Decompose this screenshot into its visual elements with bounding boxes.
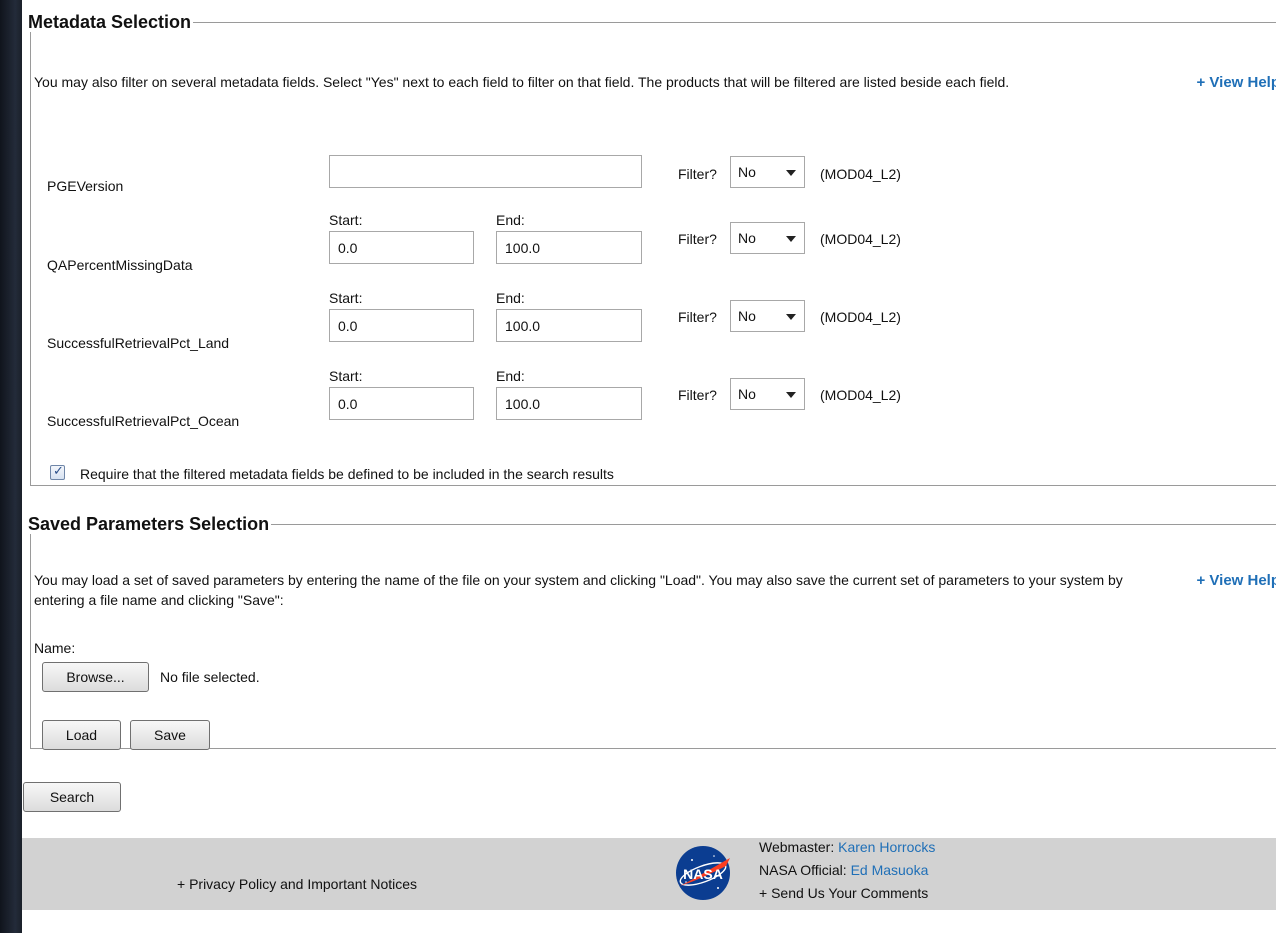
chevron-down-icon — [786, 170, 796, 176]
metadata-description: You may also filter on several metadata … — [34, 74, 1010, 90]
metadata-row-pgeversion: PGEVersion Filter? No (MOD04_L2) — [31, 152, 1276, 212]
page-content: Metadata Selection You may also filter o… — [22, 0, 1276, 933]
webmaster-label: Webmaster: — [759, 839, 835, 855]
product-label: (MOD04_L2) — [820, 309, 901, 325]
webmaster-line: Webmaster: Karen Horrocks — [759, 839, 935, 855]
filter-label: Filter? — [678, 309, 717, 325]
metadata-selection-panel: Metadata Selection You may also filter o… — [28, 12, 1276, 486]
product-label: (MOD04_L2) — [820, 231, 901, 247]
select-value: No — [738, 308, 756, 324]
window-left-edge — [0, 0, 22, 933]
filter-label: Filter? — [678, 387, 717, 403]
search-button[interactable]: Search — [23, 782, 121, 812]
successfulretrievalpct-ocean-end-input[interactable] — [496, 387, 642, 420]
nasa-logo: NASA — [676, 846, 730, 900]
save-button[interactable]: Save — [130, 720, 210, 750]
svg-text:NASA: NASA — [683, 866, 723, 882]
privacy-policy-link[interactable]: + Privacy Policy and Important Notices — [177, 876, 417, 892]
end-label: End: — [496, 290, 525, 306]
pgeversion-input[interactable] — [329, 155, 642, 188]
saved-parameters-description: You may load a set of saved parameters b… — [34, 572, 1123, 608]
webmaster-link[interactable]: Karen Horrocks — [838, 839, 935, 855]
official-line: NASA Official: Ed Masuoka — [759, 862, 928, 878]
filter-label: Filter? — [678, 166, 717, 182]
successfulretrievalpct-land-start-input[interactable] — [329, 309, 474, 342]
product-label: (MOD04_L2) — [820, 166, 901, 182]
select-value: No — [738, 386, 756, 402]
successfulretrievalpct-ocean-start-input[interactable] — [329, 387, 474, 420]
product-label: (MOD04_L2) — [820, 387, 901, 403]
successfulretrievalpct-ocean-filter-select[interactable]: No — [730, 378, 805, 410]
chevron-down-icon — [786, 392, 796, 398]
qapercentmissingdata-filter-select[interactable]: No — [730, 222, 805, 254]
field-label-pgeversion: PGEVersion — [47, 178, 124, 194]
name-label: Name: — [34, 640, 76, 656]
chevron-down-icon — [786, 314, 796, 320]
start-label: Start: — [329, 368, 363, 384]
official-label: NASA Official: — [759, 862, 847, 878]
pgeversion-filter-select[interactable]: No — [730, 156, 805, 188]
field-label-qapercentmissingdata: QAPercentMissingData — [47, 257, 193, 273]
qapercentmissingdata-start-input[interactable] — [329, 231, 474, 264]
require-defined-checkbox[interactable]: ✓ — [50, 463, 65, 480]
field-label-successfulretrievalpct-land: SuccessfulRetrievalPct_Land — [47, 335, 230, 351]
metadata-row-successfulretrievalpct-ocean: SuccessfulRetrievalPct_Ocean Start: End:… — [31, 366, 1276, 429]
checkmark-icon: ✓ — [53, 463, 64, 478]
end-label: End: — [496, 368, 525, 384]
metadata-view-help-link[interactable]: + View Help — [1196, 74, 1276, 91]
chevron-down-icon — [786, 236, 796, 242]
successfulretrievalpct-land-end-input[interactable] — [496, 309, 642, 342]
select-value: No — [738, 230, 756, 246]
filter-label: Filter? — [678, 231, 717, 247]
field-label-successfulretrievalpct-ocean: SuccessfulRetrievalPct_Ocean — [47, 413, 240, 429]
qapercentmissingdata-end-input[interactable] — [496, 231, 642, 264]
metadata-selection-title: Metadata Selection — [28, 12, 192, 32]
start-label: Start: — [329, 290, 363, 306]
metadata-row-qapercentmissingdata: QAPercentMissingData Start: End: Filter?… — [31, 210, 1276, 273]
saved-view-help-link[interactable]: + View Help — [1196, 572, 1276, 589]
send-comments-link[interactable]: + Send Us Your Comments — [759, 885, 928, 901]
browse-button[interactable]: Browse... — [42, 662, 149, 692]
end-label: End: — [496, 212, 525, 228]
select-value: No — [738, 164, 756, 180]
footer: + Privacy Policy and Important Notices N… — [22, 838, 1276, 910]
successfulretrievalpct-land-filter-select[interactable]: No — [730, 300, 805, 332]
metadata-row-successfulretrievalpct-land: SuccessfulRetrievalPct_Land Start: End: … — [31, 288, 1276, 351]
require-defined-label: Require that the filtered metadata field… — [80, 466, 614, 482]
official-link[interactable]: Ed Masuoka — [851, 862, 929, 878]
start-label: Start: — [329, 212, 363, 228]
no-file-selected-label: No file selected. — [160, 669, 260, 685]
saved-parameters-title: Saved Parameters Selection — [28, 514, 270, 534]
saved-parameters-panel: Saved Parameters Selection You may load … — [28, 514, 1276, 750]
load-button[interactable]: Load — [42, 720, 121, 750]
